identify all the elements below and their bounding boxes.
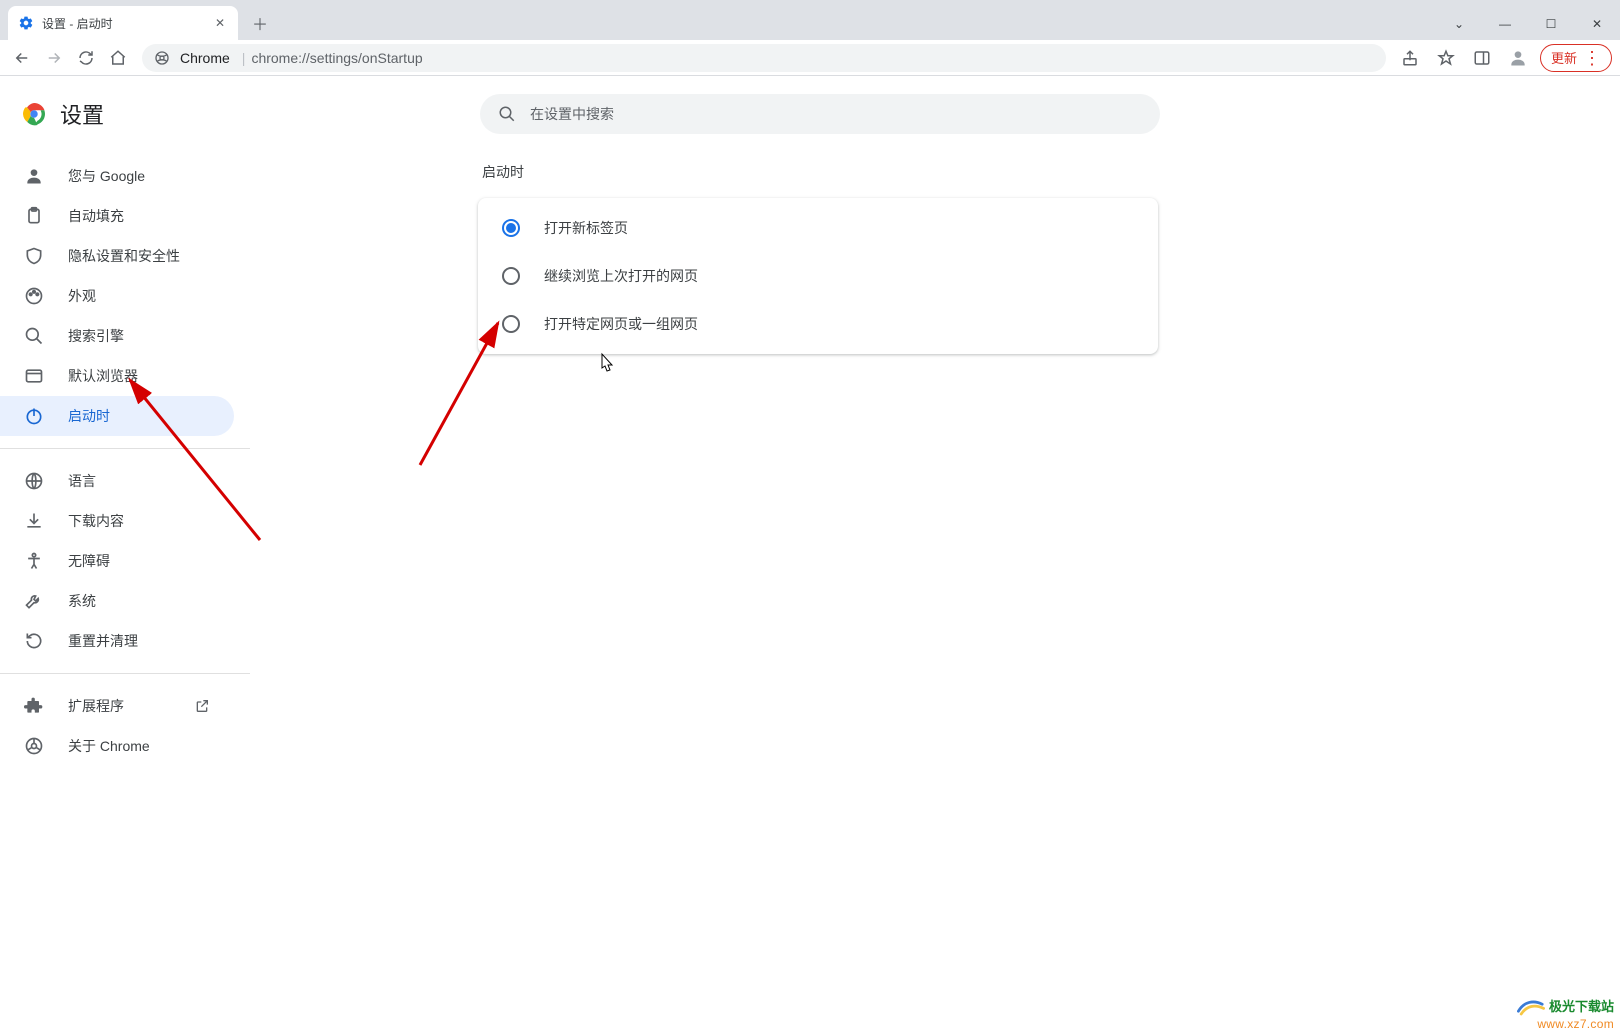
sidebar-divider — [0, 673, 250, 674]
chrome-outline-icon — [24, 736, 44, 756]
open-in-new-icon — [194, 698, 210, 714]
close-window-button[interactable]: ✕ — [1574, 8, 1620, 40]
clipboard-icon — [24, 206, 44, 226]
new-tab-button[interactable]: ＋ — [246, 9, 274, 37]
address-bar[interactable]: Chrome | chrome://settings/onStartup — [142, 44, 1386, 72]
bookmark-button[interactable] — [1432, 44, 1460, 72]
download-icon — [24, 511, 44, 531]
browser-toolbar: Chrome | chrome://settings/onStartup 更新 … — [0, 40, 1620, 76]
search-icon — [24, 326, 44, 346]
browser-tab[interactable]: 设置 - 启动时 ✕ — [8, 6, 238, 40]
settings-header: 设置 在设置中搜索 — [0, 76, 1620, 152]
sidebar-item-autofill[interactable]: 自动填充 — [0, 196, 234, 236]
accessibility-icon — [24, 551, 44, 571]
radio-open-new-tab[interactable]: 打开新标签页 — [478, 204, 1158, 252]
radio-specific-pages[interactable]: 打开特定网页或一组网页 — [478, 300, 1158, 348]
radio-icon — [502, 267, 520, 285]
side-panel-button[interactable] — [1468, 44, 1496, 72]
sidebar-item-languages[interactable]: 语言 — [0, 461, 234, 501]
search-placeholder: 在设置中搜索 — [530, 104, 614, 124]
sidebar-item-label: 启动时 — [68, 406, 110, 426]
sidebar-item-label: 外观 — [68, 286, 96, 306]
omnibox-separator: | — [242, 50, 246, 66]
sidebar-item-label: 隐私设置和安全性 — [68, 246, 180, 266]
tab-search-button[interactable]: ⌄ — [1436, 8, 1482, 40]
chrome-logo-icon — [22, 102, 46, 126]
tab-title: 设置 - 启动时 — [42, 15, 113, 32]
sidebar-item-about[interactable]: 关于 Chrome — [0, 726, 234, 766]
shield-icon — [24, 246, 44, 266]
sidebar-item-extensions[interactable]: 扩展程序 — [0, 686, 234, 726]
sidebar-item-you-and-google[interactable]: 您与 Google — [0, 156, 234, 196]
globe-icon — [24, 471, 44, 491]
home-button[interactable] — [104, 44, 132, 72]
sidebar-item-reset[interactable]: 重置并清理 — [0, 621, 234, 661]
omnibox-url: chrome://settings/onStartup — [251, 50, 422, 66]
window-titlebar: 设置 - 启动时 ✕ ＋ ⌄ ― ☐ ✕ — [0, 0, 1620, 40]
watermark-logo-icon — [1517, 997, 1545, 1017]
settings-body: 启动时 打开新标签页 继续浏览上次打开的网页 打开特定网页或一组网页 — [250, 152, 1620, 766]
app-title: 设置 — [60, 98, 104, 130]
sidebar-item-default-browser[interactable]: 默认浏览器 — [0, 356, 234, 396]
radio-label: 打开新标签页 — [544, 218, 628, 238]
sidebar-item-on-startup[interactable]: 启动时 — [0, 396, 234, 436]
back-button[interactable] — [8, 44, 36, 72]
window-controls: ⌄ ― ☐ ✕ — [1436, 8, 1620, 40]
update-button[interactable]: 更新 ⋮ — [1540, 44, 1612, 72]
restore-icon — [24, 631, 44, 651]
settings-search-input[interactable]: 在设置中搜索 — [480, 94, 1160, 134]
sidebar-item-label: 语言 — [68, 471, 96, 491]
person-icon — [24, 166, 44, 186]
omnibox-chip: Chrome — [180, 50, 230, 66]
watermark-text-1: 极光下载站 — [1549, 999, 1614, 1015]
sidebar-item-label: 扩展程序 — [68, 696, 124, 716]
radio-icon — [502, 315, 520, 333]
browser-icon — [24, 366, 44, 386]
minimize-button[interactable]: ― — [1482, 8, 1528, 40]
sidebar-item-appearance[interactable]: 外观 — [0, 276, 234, 316]
sidebar-item-label: 关于 Chrome — [68, 736, 150, 756]
sidebar-item-search-engine[interactable]: 搜索引擎 — [0, 316, 234, 356]
forward-button[interactable] — [40, 44, 68, 72]
radio-label: 继续浏览上次打开的网页 — [544, 266, 698, 286]
maximize-button[interactable]: ☐ — [1528, 8, 1574, 40]
sidebar-item-label: 无障碍 — [68, 551, 110, 571]
sidebar-item-label: 系统 — [68, 591, 96, 611]
sidebar-item-system[interactable]: 系统 — [0, 581, 234, 621]
radio-continue[interactable]: 继续浏览上次打开的网页 — [478, 252, 1158, 300]
extension-icon — [24, 696, 44, 716]
sidebar-item-privacy[interactable]: 隐私设置和安全性 — [0, 236, 234, 276]
menu-dots-icon: ⋮ — [1583, 49, 1601, 67]
sidebar-item-label: 搜索引擎 — [68, 326, 124, 346]
radio-label: 打开特定网页或一组网页 — [544, 314, 698, 334]
share-button[interactable] — [1396, 44, 1424, 72]
radio-icon — [502, 219, 520, 237]
startup-options-card: 打开新标签页 继续浏览上次打开的网页 打开特定网页或一组网页 — [478, 198, 1158, 354]
palette-icon — [24, 286, 44, 306]
close-tab-button[interactable]: ✕ — [212, 15, 228, 31]
gear-icon — [18, 15, 34, 31]
section-title: 启动时 — [482, 162, 1620, 182]
sidebar-item-label: 您与 Google — [68, 166, 145, 186]
profile-button[interactable] — [1504, 44, 1532, 72]
reload-button[interactable] — [72, 44, 100, 72]
site-info-icon[interactable] — [154, 50, 170, 66]
search-icon — [498, 105, 516, 123]
sidebar-item-accessibility[interactable]: 无障碍 — [0, 541, 234, 581]
sidebar-item-downloads[interactable]: 下载内容 — [0, 501, 234, 541]
sidebar-item-label: 下载内容 — [68, 511, 124, 531]
sidebar-item-label: 重置并清理 — [68, 631, 138, 651]
settings-page: 设置 在设置中搜索 您与 Google 自动填充 隐私设置和安全性 — [0, 76, 1620, 1033]
watermark: 极光下载站 www.xz7.com — [1517, 997, 1614, 1031]
sidebar-item-label: 默认浏览器 — [68, 366, 138, 386]
power-icon — [24, 406, 44, 426]
settings-sidebar: 您与 Google 自动填充 隐私设置和安全性 外观 搜索引擎 默认浏览器 — [0, 152, 250, 766]
sidebar-item-label: 自动填充 — [68, 206, 124, 226]
sidebar-divider — [0, 448, 250, 449]
watermark-text-2: www.xz7.com — [1517, 1017, 1614, 1031]
wrench-icon — [24, 591, 44, 611]
update-label: 更新 — [1551, 48, 1577, 67]
